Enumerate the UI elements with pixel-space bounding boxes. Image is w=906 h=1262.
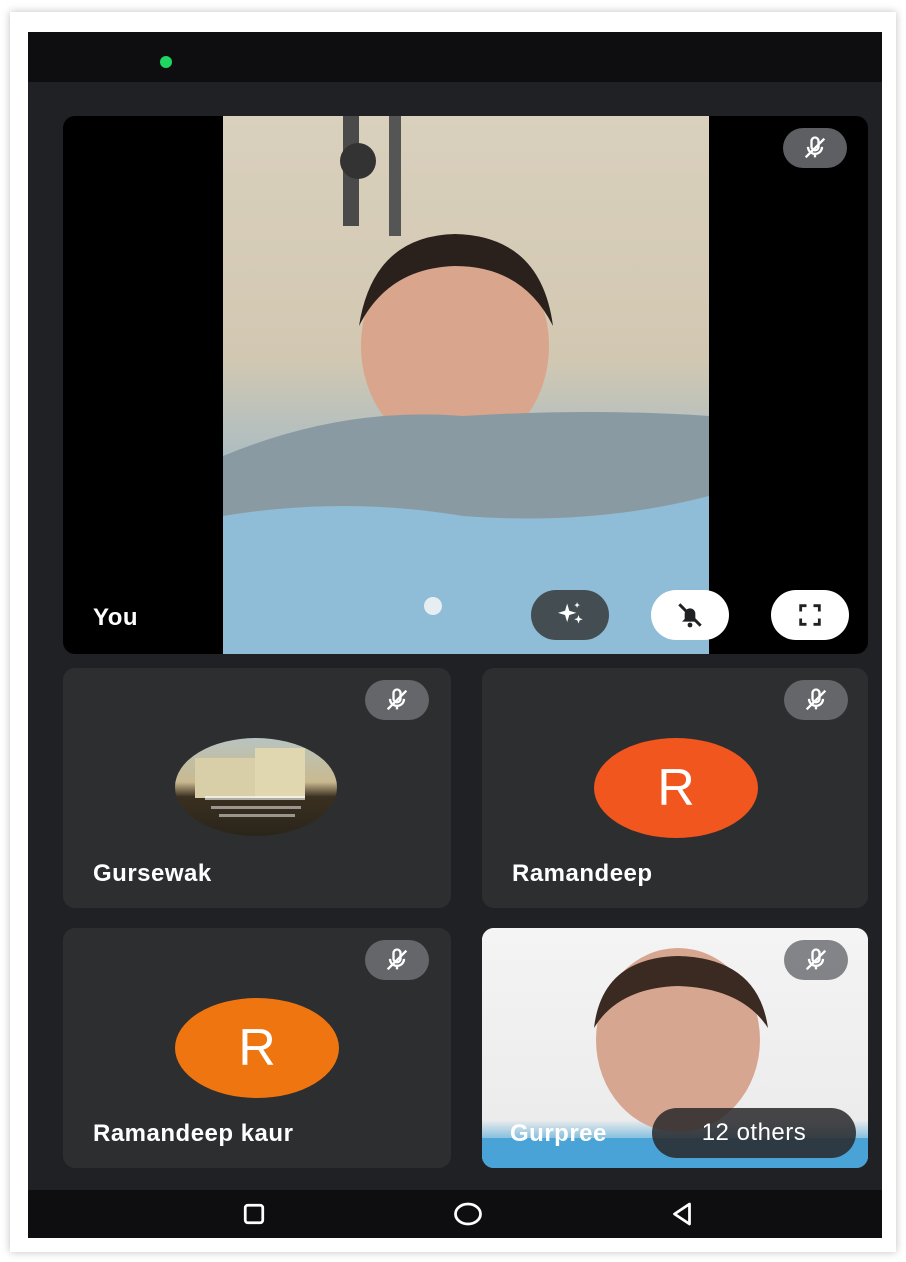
mic-off-icon (784, 680, 848, 720)
others-count-pill[interactable]: 12 others (652, 1108, 856, 1158)
mic-off-icon (365, 680, 429, 720)
home-icon (454, 1202, 482, 1226)
mic-off-icon (784, 940, 848, 980)
gursewak-avatar (175, 738, 337, 836)
participant-tile-gursewak[interactable]: Gursewak (63, 668, 451, 908)
effects-icon (557, 602, 583, 624)
home-button[interactable] (438, 1190, 498, 1238)
ramandeep-avatar: R (594, 738, 758, 838)
back-icon (673, 1202, 691, 1226)
participant-tile-gurpreet[interactable]: Gurpree 12 others (482, 928, 868, 1168)
recents-button[interactable] (224, 1190, 284, 1238)
recents-icon (243, 1203, 265, 1225)
participant-name: Gurpree (510, 1120, 607, 1147)
self-name-label: You (93, 604, 139, 631)
effects-button[interactable] (531, 590, 609, 640)
self-video-feed (223, 116, 709, 654)
notifications-off-button[interactable] (651, 590, 729, 640)
participant-name: Gursewak (93, 860, 212, 887)
mic-off-icon (783, 128, 847, 168)
ramandeep-kaur-avatar: R (175, 998, 339, 1098)
mic-off-icon (365, 940, 429, 980)
self-video-illustration (223, 116, 709, 654)
participant-tile-ramandeep-kaur[interactable]: R Ramandeep kaur (63, 928, 451, 1168)
back-button[interactable] (652, 1190, 712, 1238)
participant-name: Ramandeep (512, 860, 653, 887)
participant-tile-ramandeep[interactable]: R Ramandeep (482, 668, 868, 908)
phone-frame: You Gursewak R Ramandeep R Ramandeep kau… (10, 12, 896, 1252)
fullscreen-icon (799, 604, 821, 626)
avatar-photo-illustration (195, 748, 305, 817)
android-nav-bar (28, 1190, 882, 1238)
meeting-screen: You Gursewak R Ramandeep R Ramandeep kau… (28, 32, 882, 1238)
camera-indicator-dot (160, 56, 172, 68)
participant-name: Ramandeep kaur (93, 1120, 294, 1147)
fullscreen-button[interactable] (771, 590, 849, 640)
status-bar (28, 32, 882, 82)
notifications-off-icon (678, 603, 702, 628)
self-video-tile[interactable]: You (63, 116, 868, 654)
